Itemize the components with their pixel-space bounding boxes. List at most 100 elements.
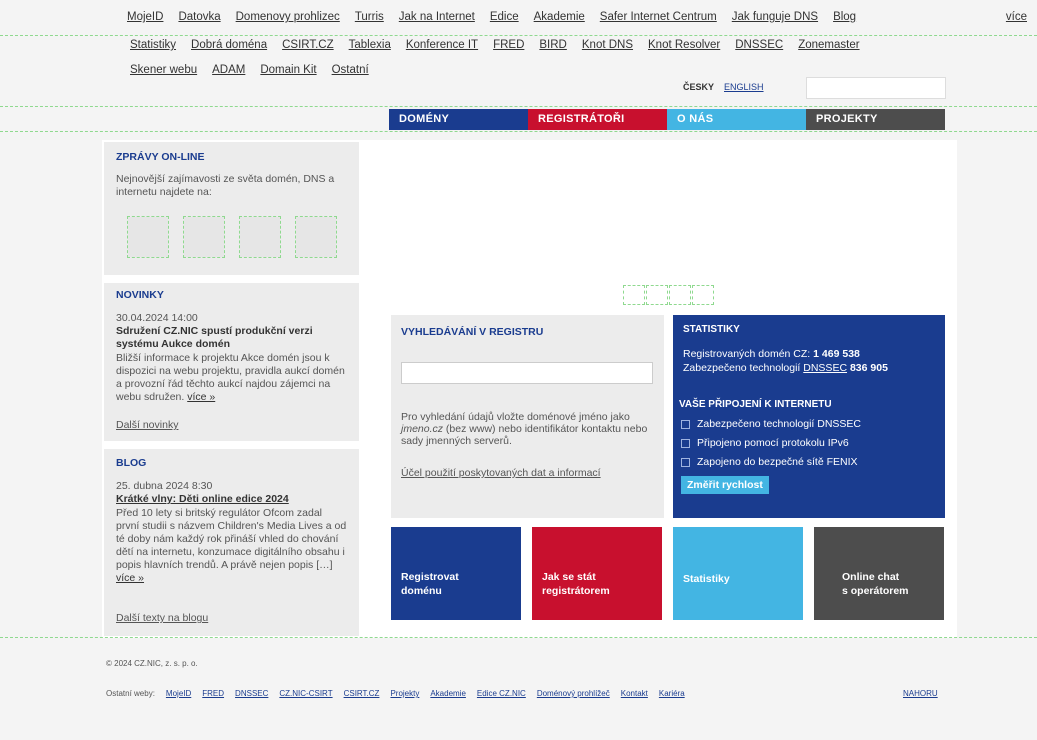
tile-register-domain[interactable]: Registrovat doménu — [391, 527, 521, 620]
footer-link-csirt-cz[interactable]: CSIRT.CZ — [344, 689, 380, 698]
toplink-datovka[interactable]: Datovka — [176, 11, 222, 23]
slider-dot-2[interactable] — [646, 285, 668, 305]
novinky-all-link[interactable]: Další novinky — [116, 419, 178, 432]
social-icon-3[interactable] — [239, 216, 281, 258]
tile-label: Online chat — [842, 571, 900, 583]
footer-link-dnssec[interactable]: DNSSEC — [235, 689, 268, 698]
social-icon-2[interactable] — [183, 216, 225, 258]
footer-link-akademie[interactable]: Akademie — [430, 689, 466, 698]
footer-link-kariera[interactable]: Kariéra — [659, 689, 685, 698]
toplink-zonemaster[interactable]: Zonemaster — [796, 39, 861, 51]
slider-dot-1[interactable] — [623, 285, 645, 305]
toplink-domain-browser[interactable]: Domenovy prohlizec — [234, 11, 342, 23]
tile-label: doménu — [401, 585, 442, 597]
stats-dnssec-link[interactable]: DNSSEC — [803, 362, 847, 374]
footer-link-browser[interactable]: Doménový prohlížeč — [537, 689, 610, 698]
checkbox-icon — [681, 419, 690, 429]
registry-heading: VYHLEDÁVÁNÍ V REGISTRU — [401, 326, 544, 338]
social-icon-1[interactable] — [127, 216, 169, 258]
toplink-jak-na-internet[interactable]: Jak na Internet — [397, 11, 477, 23]
toplink-akademie[interactable]: Akademie — [532, 11, 587, 23]
toplink-tablexia[interactable]: Tablexia — [347, 39, 393, 51]
toplink-konference-it[interactable]: Konference IT — [404, 39, 480, 51]
novinky-more-link[interactable]: více » — [187, 391, 215, 403]
tile-online-chat[interactable]: Online chat s operátorem — [814, 527, 944, 620]
stats-heading: STATISTIKY — [683, 324, 740, 335]
toplink-bird[interactable]: BIRD — [537, 39, 568, 51]
toplink-statistiky[interactable]: Statistiky — [128, 39, 178, 51]
novinky-title[interactable]: Sdružení CZ.NIC spustí produkční verzi s… — [116, 325, 348, 351]
tile-statistics[interactable]: Statistiky — [673, 527, 803, 620]
footer-copyright: © 2024 CZ.NIC, z. s. p. o. — [106, 659, 198, 668]
conn-check-ipv6: Připojeno pomocí protokolu IPv6 — [681, 437, 849, 449]
nav-projekty[interactable]: PROJEKTY — [806, 109, 945, 130]
checkbox-icon — [681, 438, 690, 448]
registry-terms-link[interactable]: Účel použití poskytovaných dat a informa… — [401, 467, 601, 479]
sidebar-divider — [104, 275, 359, 283]
top-links-bar: MojeID Datovka Domenovy prohlizec Turris… — [0, 0, 1037, 100]
toplink-knot-resolver[interactable]: Knot Resolver — [646, 39, 722, 51]
toplink-adam[interactable]: ADAM — [210, 64, 247, 76]
registry-search-box: VYHLEDÁVÁNÍ V REGISTRU Pro vyhledání úda… — [391, 315, 664, 518]
toplink-domain-kit[interactable]: Domain Kit — [258, 64, 318, 76]
blog-title[interactable]: Krátké vlny: Děti online edice 2024 — [116, 493, 289, 506]
nav-domeny[interactable]: DOMÉNY — [389, 109, 528, 130]
header-search-box[interactable] — [806, 77, 946, 99]
conn-check-dnssec-label: Zabezpečeno technologií DNSSEC — [697, 418, 862, 430]
nav-o-nas[interactable]: O NÁS — [667, 109, 806, 130]
blog-heading: BLOG — [116, 457, 147, 469]
statistics-box: STATISTIKY Registrovaných domén CZ: 1 46… — [673, 315, 945, 518]
toplink-edice[interactable]: Edice — [488, 11, 521, 23]
conn-check-fenix-label: Zapojeno do bezpečné sítě FENIX — [697, 456, 858, 468]
back-to-top-link[interactable]: NAHORU — [903, 689, 938, 698]
footer-link-edice[interactable]: Edice CZ.NIC — [477, 689, 526, 698]
guide-line — [0, 106, 1037, 107]
registry-hint-example: jmeno.cz — [401, 423, 444, 435]
slider-dot-4[interactable] — [692, 285, 714, 305]
blog-more-link[interactable]: více » — [116, 572, 144, 584]
toplink-turris[interactable]: Turris — [353, 11, 386, 23]
novinky-heading: NOVINKY — [116, 289, 164, 301]
toplink-blog[interactable]: Blog — [831, 11, 858, 23]
toplink-dnssec[interactable]: DNSSEC — [733, 39, 785, 51]
blog-text-body: Před 10 lety si britský regulátor Ofcom … — [116, 507, 347, 571]
slider-dot-3[interactable] — [669, 285, 691, 305]
footer-link-projekty[interactable]: Projekty — [390, 689, 419, 698]
toplink-dobra-domena[interactable]: Dobrá doména — [189, 39, 269, 51]
toplink-fred[interactable]: FRED — [491, 39, 526, 51]
nav-registratori[interactable]: REGISTRÁTOŘI — [528, 109, 667, 130]
registry-search-input[interactable] — [401, 362, 653, 384]
tile-label: Statistiky — [683, 573, 730, 585]
banner-slider[interactable] — [390, 142, 945, 287]
footer-link-mojeid[interactable]: MojeID — [166, 689, 191, 698]
top-links-row-3: Skener webu ADAM Domain Kit Ostatní — [128, 64, 382, 76]
blog-all-link[interactable]: Další texty na blogu — [116, 612, 208, 625]
stats-secured: Zabezpečeno technologií DNSSEC 836 905 — [683, 362, 888, 374]
stats-registered-label: Registrovaných domén CZ: — [683, 348, 811, 360]
stats-secured-value: 836 905 — [849, 362, 888, 374]
toplink-ostatni[interactable]: Ostatní — [330, 64, 371, 76]
blog-date: 25. dubna 2024 8:30 — [116, 480, 213, 492]
left-sidebar: ZPRÁVY ON-LINE Nejnovější zajímavosti ze… — [104, 142, 359, 636]
lang-en[interactable]: ENGLISH — [724, 82, 764, 92]
toplink-csirt[interactable]: CSIRT.CZ — [280, 39, 336, 51]
tile-label: Registrovat — [401, 571, 459, 583]
toplink-more[interactable]: více — [1006, 11, 1027, 23]
lang-cs[interactable]: ČESKY — [683, 82, 714, 92]
toplink-skener-webu[interactable]: Skener webu — [128, 64, 199, 76]
tile-label: registrátorem — [542, 585, 610, 597]
toplink-mojeid[interactable]: MojeID — [125, 11, 165, 23]
footer-link-kontakt[interactable]: Kontakt — [621, 689, 648, 698]
social-icon-4[interactable] — [295, 216, 337, 258]
measure-speed-button[interactable]: Změřit rychlost — [681, 476, 769, 494]
toplink-safer-internet[interactable]: Safer Internet Centrum — [598, 11, 719, 23]
conn-check-ipv6-label: Připojeno pomocí protokolu IPv6 — [697, 437, 849, 449]
footer-link-fred[interactable]: FRED — [202, 689, 224, 698]
conn-check-fenix: Zapojeno do bezpečné sítě FENIX — [681, 456, 858, 468]
toplink-jak-funguje-dns[interactable]: Jak funguje DNS — [730, 11, 820, 23]
registry-hint: Pro vyhledání údajů vložte doménové jmén… — [401, 411, 656, 447]
tile-become-registrar[interactable]: Jak se stát registrátorem — [532, 527, 662, 620]
footer-link-csirt[interactable]: CZ.NIC-CSIRT — [279, 689, 332, 698]
tile-label: s operátorem — [842, 585, 909, 597]
toplink-knot-dns[interactable]: Knot DNS — [580, 39, 635, 51]
